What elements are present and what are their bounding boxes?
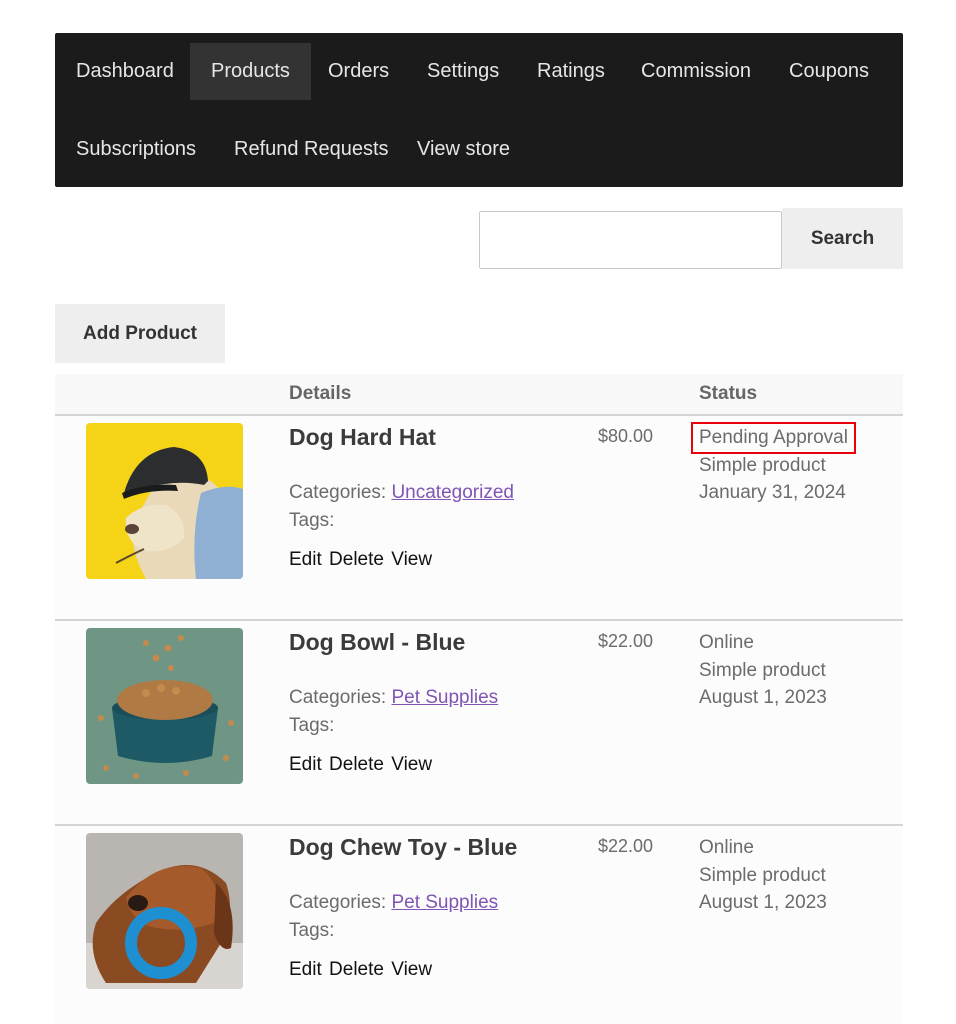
- category-link[interactable]: Uncategorized: [391, 482, 514, 503]
- nav-item-commission[interactable]: Commission: [620, 43, 772, 100]
- view-link[interactable]: View: [391, 959, 432, 980]
- product-date: August 1, 2023: [699, 687, 827, 708]
- status-badge: Pending Approval: [691, 422, 856, 454]
- product-name[interactable]: Dog Bowl - Blue: [289, 629, 465, 656]
- edit-link[interactable]: Edit: [289, 754, 322, 775]
- product-status-cell: Online Simple product August 1, 2023: [699, 834, 827, 917]
- column-header-details: Details: [289, 383, 352, 404]
- product-tags: Tags:: [289, 510, 335, 531]
- product-categories: Categories: Uncategorized: [289, 482, 514, 504]
- product-thumbnail-dog-bowl[interactable]: [86, 628, 243, 784]
- categories-label: Categories:: [289, 687, 387, 708]
- product-price: $22.00: [598, 631, 654, 651]
- table-row: Dog Bowl - Blue Categories: Pet Supplies…: [55, 619, 903, 824]
- product-name[interactable]: Dog Chew Toy - Blue: [289, 834, 517, 861]
- product-price: $22.00: [598, 836, 654, 856]
- delete-link[interactable]: Delete: [329, 754, 384, 775]
- product-status-cell: Pending Approval Simple product January …: [691, 422, 856, 507]
- edit-link[interactable]: Edit: [289, 959, 322, 980]
- product-date: January 31, 2024: [699, 482, 846, 503]
- nav-item-subscriptions[interactable]: Subscriptions: [55, 121, 217, 178]
- product-tags: Tags:: [289, 920, 335, 941]
- product-categories: Categories: Pet Supplies: [289, 892, 498, 914]
- product-price: $80.00: [598, 426, 654, 446]
- view-link[interactable]: View: [391, 754, 432, 775]
- product-actions: Edit Delete View: [289, 959, 434, 981]
- category-link[interactable]: Pet Supplies: [391, 687, 498, 708]
- nav-item-orders[interactable]: Orders: [307, 43, 410, 100]
- table-row: Dog Chew Toy - Blue Categories: Pet Supp…: [55, 824, 903, 1024]
- product-thumbnail-dog-chew-toy[interactable]: [86, 833, 243, 989]
- products-table-header: Details Status: [55, 374, 903, 416]
- product-thumbnail-dog-hard-hat[interactable]: [86, 423, 243, 579]
- product-categories: Categories: Pet Supplies: [289, 687, 498, 709]
- product-type: Simple product: [699, 454, 826, 476]
- product-name[interactable]: Dog Hard Hat: [289, 424, 436, 451]
- add-product-button[interactable]: Add Product: [55, 304, 225, 363]
- nav-item-settings[interactable]: Settings: [406, 43, 520, 100]
- dashboard-nav: Dashboard Products Orders Settings Ratin…: [55, 33, 903, 187]
- product-date: August 1, 2023: [699, 892, 827, 913]
- product-tags: Tags:: [289, 715, 335, 736]
- product-type: Simple product: [699, 864, 826, 886]
- product-type: Simple product: [699, 659, 826, 681]
- search-input[interactable]: [479, 211, 782, 269]
- delete-link[interactable]: Delete: [329, 959, 384, 980]
- categories-label: Categories:: [289, 892, 387, 913]
- status-badge: Online: [699, 632, 754, 653]
- view-link[interactable]: View: [391, 549, 432, 570]
- delete-link[interactable]: Delete: [329, 549, 384, 570]
- search-button[interactable]: Search: [782, 208, 903, 269]
- table-row: Dog Hard Hat Categories: Uncategorized T…: [55, 416, 903, 621]
- product-status-cell: Online Simple product August 1, 2023: [699, 629, 827, 712]
- edit-link[interactable]: Edit: [289, 549, 322, 570]
- nav-item-products[interactable]: Products: [190, 43, 311, 100]
- nav-item-coupons[interactable]: Coupons: [768, 43, 890, 100]
- nav-item-ratings[interactable]: Ratings: [516, 43, 626, 100]
- nav-item-view-store[interactable]: View store: [396, 121, 531, 178]
- product-actions: Edit Delete View: [289, 549, 434, 571]
- category-link[interactable]: Pet Supplies: [391, 892, 498, 913]
- nav-item-dashboard[interactable]: Dashboard: [55, 43, 195, 100]
- nav-item-refund-requests[interactable]: Refund Requests: [213, 121, 410, 178]
- column-header-status: Status: [699, 383, 758, 404]
- status-badge: Online: [699, 837, 754, 858]
- categories-label: Categories:: [289, 482, 387, 503]
- product-actions: Edit Delete View: [289, 754, 434, 776]
